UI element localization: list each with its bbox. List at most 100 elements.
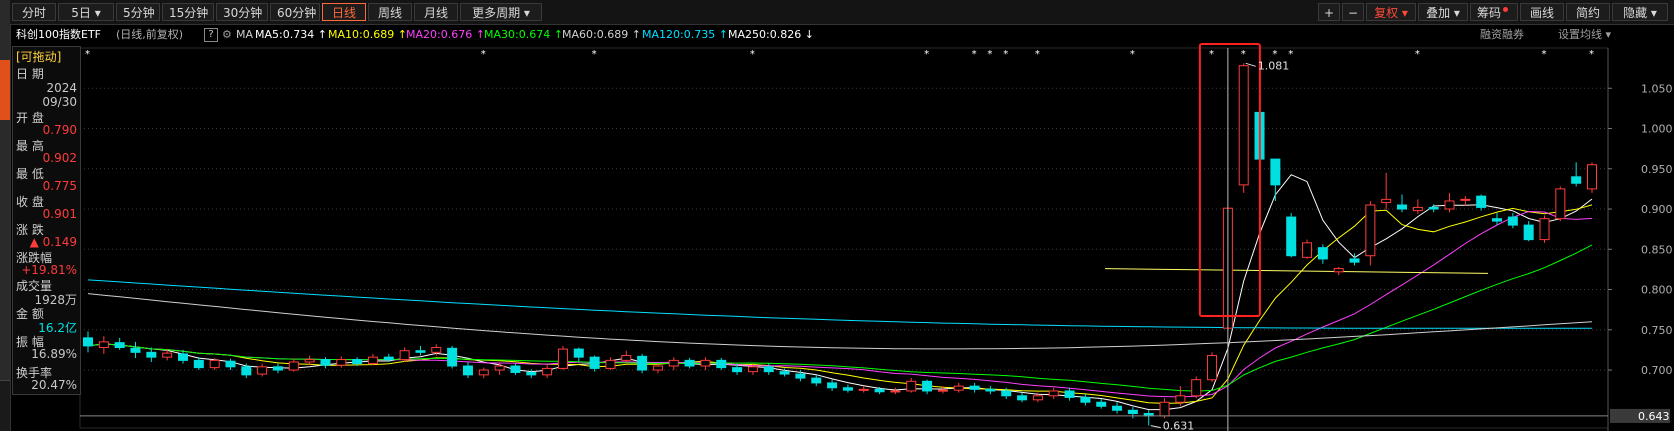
candle-body — [1270, 158, 1281, 186]
event-marker-icon: * — [924, 49, 929, 60]
candle-body — [1539, 218, 1550, 241]
candle-body — [1444, 200, 1455, 210]
candle-body — [336, 359, 347, 366]
min-price-label: 0.631 — [1163, 420, 1195, 431]
event-marker-icon: * — [750, 49, 755, 60]
candle-body — [605, 359, 616, 369]
candle-body — [320, 359, 331, 366]
candle-body — [352, 359, 363, 365]
candle-body — [668, 359, 679, 367]
candle-body — [510, 365, 521, 373]
candle-body — [177, 353, 188, 361]
candle-body — [1381, 198, 1392, 204]
candle-body — [1397, 204, 1408, 210]
candle-body — [1460, 198, 1471, 201]
candle-body — [1349, 258, 1360, 263]
candle-body — [1555, 188, 1566, 220]
candle-body — [763, 366, 774, 373]
candle-body — [257, 366, 268, 375]
candle-body — [383, 356, 394, 361]
candle-body — [1365, 204, 1376, 257]
candle-body — [684, 359, 695, 367]
candle-body — [906, 380, 917, 392]
y-tick-label: 0.850 — [1641, 243, 1673, 256]
open-value: 0.790 — [42, 123, 77, 137]
quote-info-panel-tail: 换手率 20.47% — [12, 364, 81, 395]
candle-body — [241, 366, 252, 376]
candle-body — [621, 355, 632, 361]
candle-body — [272, 366, 283, 371]
event-marker-icon: * — [1589, 49, 1594, 60]
candle-body — [1175, 395, 1186, 403]
event-marker-icon: * — [1209, 49, 1214, 60]
candle-body — [114, 342, 125, 348]
candle-body — [589, 356, 600, 369]
support-line — [1104, 268, 1489, 274]
high-label: 最 高 — [16, 139, 44, 153]
candle-body — [1571, 176, 1582, 184]
event-marker-icon: * — [1241, 49, 1246, 60]
candle-body — [1302, 242, 1313, 258]
change-value: ▲ 0.149 — [29, 235, 77, 249]
candle-body — [858, 388, 869, 391]
candle-body — [557, 348, 568, 369]
event-marker-icon: * — [1272, 49, 1277, 60]
candle-body — [431, 346, 442, 353]
candle-body — [288, 361, 299, 371]
min-price-arrow — [1150, 425, 1161, 429]
candle-body — [1286, 216, 1297, 257]
y-tick-label: 0.750 — [1641, 324, 1673, 337]
candle-body — [1476, 195, 1487, 208]
candle-body — [1333, 268, 1344, 273]
drag-label[interactable]: [可拖动] — [16, 48, 61, 65]
candle-body — [415, 350, 426, 353]
candle-body — [1317, 247, 1328, 260]
candle-body — [827, 382, 838, 389]
y-tick-label: 0.700 — [1641, 364, 1673, 377]
quote-info-panel[interactable]: [可拖动] 日 期 2024 09/30 开 盘 0.790 最 高 0.902… — [12, 46, 81, 366]
event-marker-icon: * — [592, 49, 597, 60]
candle-body — [1112, 405, 1123, 411]
candle-body — [146, 351, 157, 358]
low-value: 0.775 — [42, 179, 77, 193]
event-marker-icon: * — [85, 49, 90, 60]
candle-body — [1064, 390, 1075, 398]
candle-body — [1001, 390, 1012, 397]
ma60-line — [87, 293, 1593, 350]
candle-body — [1523, 224, 1534, 241]
change-pct-value: +19.81% — [21, 263, 77, 277]
candle-body — [1191, 379, 1202, 397]
y-tick-label: 1.000 — [1641, 123, 1673, 136]
event-marker-icon: * — [1130, 49, 1135, 60]
candle-body — [573, 348, 584, 358]
candle-body — [542, 367, 553, 376]
candle-body — [890, 390, 901, 393]
amount-value: 16.2亿 — [38, 321, 77, 335]
candle-body — [1048, 390, 1059, 397]
date-label: 日 期 — [16, 67, 44, 81]
y-tick-label: 1.050 — [1641, 82, 1673, 95]
y-tick-label: 0.950 — [1641, 163, 1673, 176]
event-marker-icon: * — [1415, 49, 1420, 60]
ma30-line — [87, 244, 1593, 392]
kline-chart[interactable]: 0.700 0.750 0.800 0.850 0.900 0.950 1.000 1.050… — [0, 0, 1674, 431]
candle-body — [447, 347, 458, 367]
candle-body — [1238, 65, 1249, 186]
candle-body — [478, 369, 489, 376]
candle-body — [1017, 395, 1028, 401]
candle-body — [747, 366, 758, 373]
event-marker-icon: * — [987, 49, 992, 60]
candle-body — [779, 371, 790, 375]
candle-body — [953, 385, 964, 391]
candle-body — [811, 377, 822, 384]
candle-body — [842, 387, 853, 391]
high-value: 0.902 — [42, 151, 77, 165]
candle-body — [162, 352, 173, 358]
event-marker-icon: * — [1035, 49, 1040, 60]
candle-body — [1032, 395, 1043, 401]
candle-body — [732, 367, 743, 373]
candle-body — [1207, 355, 1218, 381]
event-marker-icon: * — [1288, 49, 1293, 60]
candle-body — [1428, 206, 1439, 210]
open-label: 开 盘 — [16, 111, 44, 125]
